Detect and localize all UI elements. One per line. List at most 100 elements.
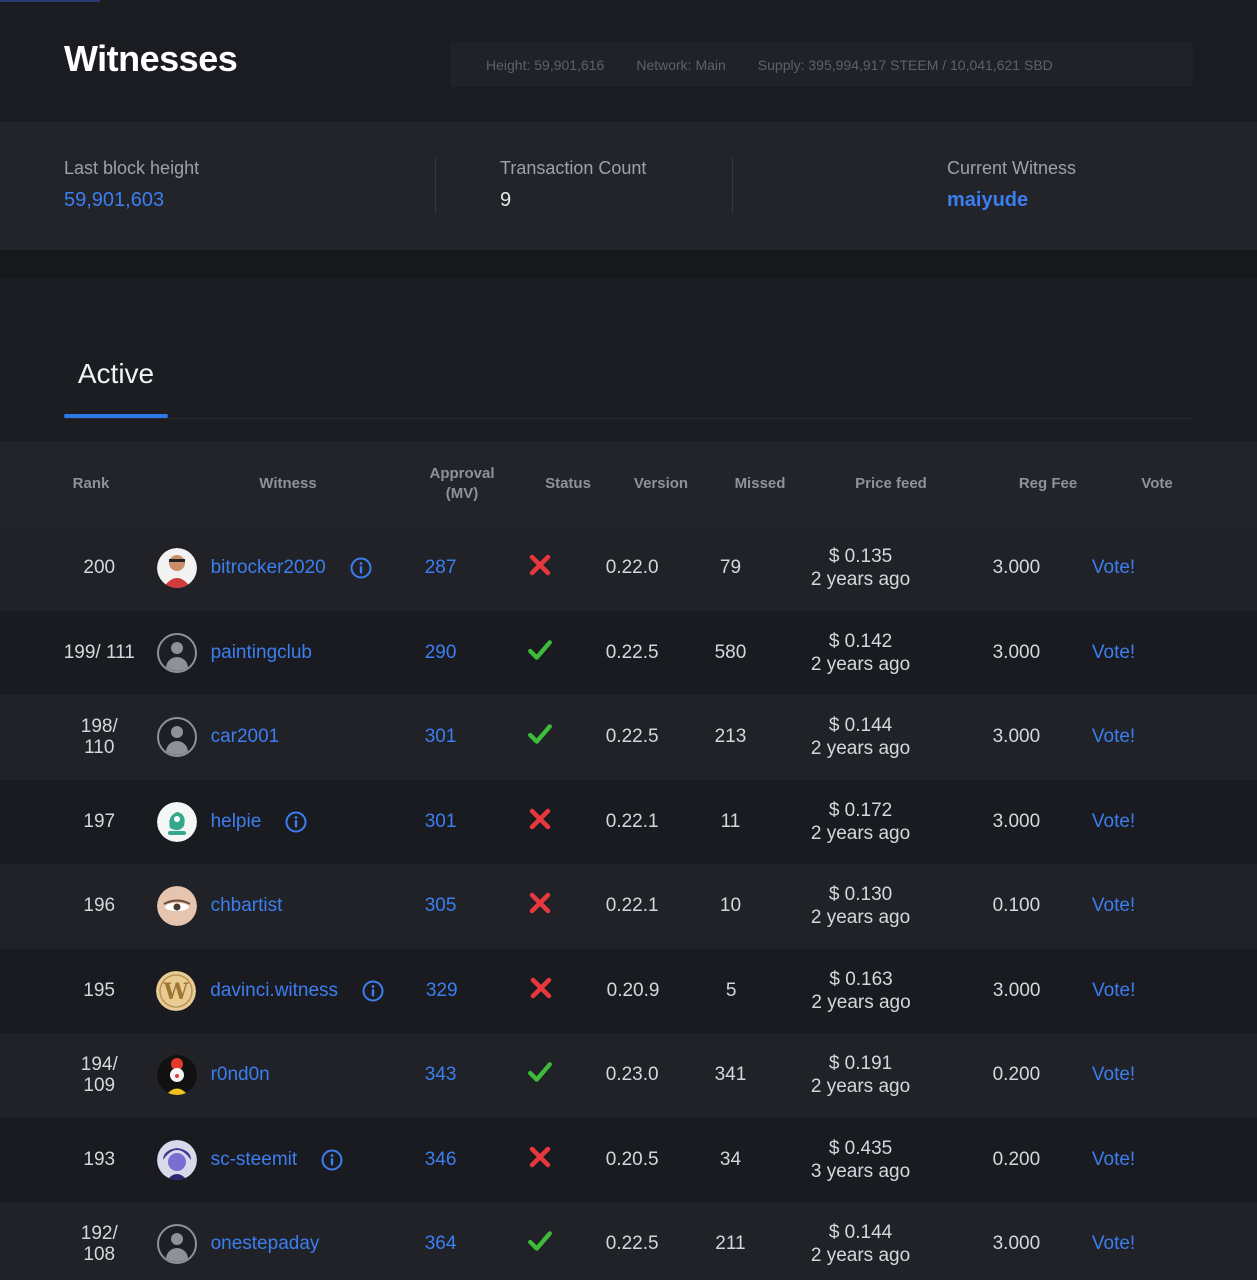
- witness-name-link[interactable]: car2001: [211, 726, 280, 748]
- network-info-bar: Height: 59,901,616 Network: Main Supply:…: [450, 42, 1193, 87]
- info-icon[interactable]: [321, 1149, 343, 1171]
- version-value: 0.22.1: [605, 810, 659, 832]
- witness-cell: Wdavinci.witness: [156, 970, 384, 1011]
- vote-button[interactable]: Vote!: [1086, 642, 1215, 664]
- witness-cell: chbartist: [156, 886, 379, 927]
- approval-link[interactable]: 364: [379, 1233, 502, 1255]
- vote-button[interactable]: Vote!: [1086, 557, 1215, 579]
- tab-bar-line: [64, 418, 1193, 419]
- column-header-reg-fee[interactable]: Reg Fee: [978, 474, 1118, 494]
- current-witness-link[interactable]: maiyude: [947, 189, 1076, 212]
- column-header-vote: Vote: [1141, 474, 1173, 492]
- column-header-rank[interactable]: Rank: [0, 474, 182, 494]
- witness-name-link[interactable]: davinci.witness: [210, 980, 338, 1002]
- witness-cell: onestepaday: [156, 1224, 379, 1265]
- info-icon[interactable]: [285, 811, 307, 833]
- table-body: 200 bitrocker2020 287 0.22.0 79 $ 0.135 2 year…: [0, 526, 1257, 1280]
- price-age: 2 years ago: [810, 569, 911, 591]
- price-feed-cell: $ 0.135 2 years ago: [774, 545, 947, 591]
- rank-line2: 109: [83, 1074, 116, 1096]
- missed-value: 5: [725, 979, 737, 1001]
- tab-active[interactable]: Active: [64, 358, 168, 390]
- stat-label: Last block height: [64, 158, 200, 178]
- column-header-witness[interactable]: Witness: [176, 474, 400, 494]
- price-age: 2 years ago: [810, 1245, 911, 1267]
- column-header-version[interactable]: Version: [606, 474, 716, 494]
- missed-value: 341: [714, 1064, 747, 1086]
- approval-link[interactable]: 301: [379, 726, 502, 748]
- last-block-link[interactable]: 59,901,603: [64, 189, 199, 212]
- witness-name-link[interactable]: r0nd0n: [211, 1064, 270, 1086]
- reg-fee-value: 3.000: [992, 1233, 1041, 1255]
- rank-line2: 110: [84, 736, 115, 758]
- approval-link[interactable]: 305: [379, 895, 502, 917]
- column-header-missed[interactable]: Missed: [716, 474, 804, 494]
- vote-button[interactable]: Vote!: [1086, 1149, 1215, 1171]
- supply-readout: Supply: 395,994,917 STEEM / 10,041,621 S…: [757, 56, 1053, 73]
- approval-link[interactable]: 346: [379, 1149, 502, 1171]
- witness-name-link[interactable]: bitrocker2020: [211, 557, 326, 579]
- approval-header-line2: (MV): [445, 484, 479, 502]
- section-separator: [0, 250, 1257, 278]
- block-height-readout: Height: 59,901,616: [486, 56, 605, 73]
- avatar[interactable]: [156, 801, 197, 842]
- approval-link[interactable]: 343: [379, 1064, 502, 1086]
- witness-name-link[interactable]: chbartist: [211, 895, 283, 917]
- table-row: 194/109 r0nd0n 343 0.23.0 341 $ 0.191 2 years …: [0, 1033, 1257, 1118]
- rank-value: 193: [83, 1148, 116, 1170]
- vote-button[interactable]: Vote!: [1086, 1064, 1215, 1086]
- rank-value: 198/110: [49, 716, 149, 758]
- approval-link[interactable]: 301: [379, 811, 502, 833]
- witness-cell: sc-steemit: [156, 1139, 379, 1180]
- info-icon[interactable]: [350, 557, 372, 579]
- version-value: 0.22.1: [605, 895, 659, 917]
- table-header: Rank Witness Approval (MV) Status Versio…: [0, 441, 1257, 526]
- column-header-price-feed[interactable]: Price feed: [804, 474, 978, 494]
- vote-button[interactable]: Vote!: [1086, 895, 1215, 917]
- column-header-status[interactable]: Status: [530, 474, 606, 494]
- witness-cell: paintingclub: [156, 632, 379, 673]
- approval-link[interactable]: 329: [380, 980, 503, 1002]
- avatar-placeholder-icon[interactable]: [156, 717, 197, 758]
- missed-value: 34: [719, 1148, 742, 1170]
- witness-name-link[interactable]: sc-steemit: [211, 1149, 298, 1171]
- vote-button[interactable]: Vote!: [1086, 980, 1215, 1002]
- approval-link[interactable]: 290: [379, 642, 502, 664]
- stat-transaction-count: Transaction Count 9: [500, 158, 646, 212]
- status-active-check-icon: [527, 640, 553, 668]
- status-active-check-icon: [527, 724, 553, 752]
- vote-button[interactable]: Vote!: [1086, 726, 1215, 748]
- version-value: 0.22.5: [605, 1233, 659, 1255]
- avatar[interactable]: [156, 1055, 197, 1096]
- price-value: $ 0.144: [828, 1222, 893, 1244]
- column-header-approval[interactable]: Approval (MV): [400, 464, 524, 504]
- rank-line1: 198/: [80, 715, 118, 737]
- witness-name-link[interactable]: helpie: [211, 811, 262, 833]
- version-value: 0.20.5: [605, 1148, 659, 1170]
- price-value: $ 0.435: [828, 1137, 893, 1159]
- price-age: 2 years ago: [811, 991, 911, 1013]
- witness-name-link[interactable]: paintingclub: [211, 642, 312, 664]
- price-value: $ 0.130: [828, 884, 893, 906]
- avatar[interactable]: W: [156, 970, 197, 1011]
- table-row: 192/108 onestepaday 364 0.22.5 211 $ 0.144 2 y…: [0, 1202, 1257, 1280]
- status-cell: [503, 976, 578, 1006]
- witness-name-link[interactable]: onestepaday: [211, 1233, 320, 1255]
- avatar[interactable]: [156, 548, 197, 589]
- rank-value: 195: [83, 979, 115, 1001]
- price-value: $ 0.163: [829, 968, 893, 990]
- avatar-placeholder-icon[interactable]: [156, 1224, 197, 1265]
- status-active-check-icon: [527, 1062, 553, 1090]
- divider: [435, 158, 436, 214]
- avatar[interactable]: [156, 1139, 197, 1180]
- vote-button[interactable]: Vote!: [1086, 1233, 1215, 1255]
- rank-value: 196: [83, 895, 116, 917]
- status-cell: [502, 1145, 577, 1175]
- stat-label: Transaction Count: [500, 158, 647, 178]
- avatar[interactable]: [156, 886, 197, 927]
- approval-link[interactable]: 287: [379, 557, 502, 579]
- reg-fee-value: 3.000: [992, 979, 1041, 1001]
- status-cell: [502, 721, 577, 753]
- vote-button[interactable]: Vote!: [1086, 811, 1215, 833]
- avatar-placeholder-icon[interactable]: [156, 632, 197, 673]
